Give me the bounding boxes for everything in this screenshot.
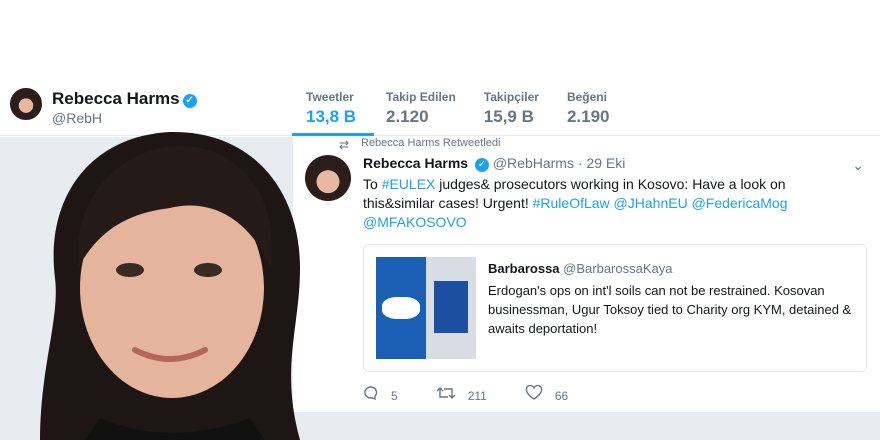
tweet-text: To #EULEX judges& prosecutors working in… — [363, 175, 853, 232]
stat-value: 2.120 — [386, 107, 429, 126]
quoted-tweet[interactable]: Barbarossa @BarbarossaKaya Erdogan's ops… — [363, 244, 867, 372]
reply-icon — [363, 385, 379, 406]
tweet-header: Rebecca Harms ✓ @RebHarms · 29 Eki — [363, 155, 625, 172]
stat-following[interactable]: Takip Edilen 2.120 — [372, 90, 470, 127]
profile-name[interactable]: Rebecca Harms ✓ — [52, 89, 197, 109]
retweet-icon — [436, 385, 456, 406]
quoted-author-name[interactable]: Barbarossa — [488, 261, 560, 276]
stat-label: Takipçiler — [483, 90, 539, 104]
image-panel-left — [376, 257, 426, 359]
reply-button[interactable]: 5 — [363, 385, 398, 406]
like-count: 66 — [554, 388, 569, 403]
tweet-actions: 5 211 66 — [363, 384, 606, 406]
quoted-author-handle[interactable]: @BarbarossaKaya — [563, 261, 672, 276]
profile-avatar[interactable] — [8, 86, 44, 122]
retweet-button[interactable]: 211 — [436, 385, 487, 406]
heart-icon — [525, 384, 543, 406]
stat-label: Beğeni — [566, 90, 607, 104]
tweet-author-name[interactable]: Rebecca Harms — [363, 155, 468, 171]
chevron-down-icon[interactable]: ⌄ — [852, 157, 864, 174]
mention-link[interactable]: @FedericaMog — [692, 195, 788, 211]
tweet-text-part: To — [363, 176, 382, 192]
stat-likes[interactable]: Beğeni 2.190 — [553, 90, 633, 127]
verified-badge-icon: ✓ — [182, 94, 197, 108]
image-panel-right — [426, 257, 476, 359]
profile-name-text: Rebecca Harms — [52, 89, 180, 108]
stat-value: 2.190 — [566, 107, 610, 126]
top-blank-area — [0, 0, 880, 78]
hashtag-link[interactable]: #RuleOfLaw — [533, 195, 610, 211]
hashtag-link[interactable]: #EULEX — [382, 176, 436, 192]
quoted-tweet-header: Barbarossa @BarbarossaKaya — [488, 261, 672, 276]
mention-link[interactable]: @JHahnEU — [614, 195, 688, 211]
reply-count: 5 — [391, 388, 398, 403]
quoted-tweet-text: Erdogan's ops on int'l soils can not be … — [488, 283, 852, 336]
stat-followers[interactable]: Takipçiler 15,9 B — [470, 90, 553, 127]
tweet-card[interactable]: ⇄ Rebecca Harms Retweetledi Rebecca Harm… — [292, 137, 880, 412]
stat-label: Tweetler — [306, 90, 354, 104]
stat-label: Takip Edilen — [386, 90, 456, 104]
tweet-date[interactable]: · 29 Eki — [578, 155, 625, 171]
verified-badge-icon: ✓ — [474, 158, 489, 172]
like-button[interactable]: 66 — [525, 384, 569, 406]
retweet-count: 211 — [467, 388, 487, 403]
tweet-author-handle[interactable]: @RebHarms — [493, 155, 574, 171]
quoted-tweet-image[interactable] — [376, 257, 476, 359]
mention-link[interactable]: @MFAKOSOVO — [363, 214, 467, 230]
retweet-context: Rebecca Harms Retweetledi — [361, 137, 501, 149]
portrait-photo — [40, 131, 300, 440]
stat-value: 15,9 B — [483, 107, 534, 126]
